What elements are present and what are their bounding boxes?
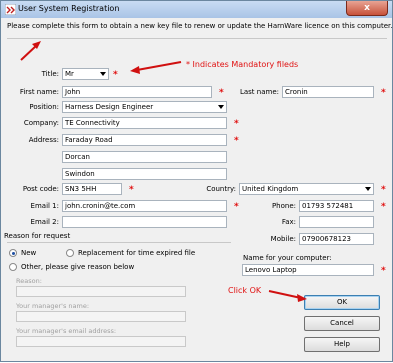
phone-label: Phone: <box>271 202 296 210</box>
phone-required-mark: * <box>381 202 386 212</box>
manager-email-input[interactable] <box>16 336 186 347</box>
computer-name-input[interactable]: Lenovo Laptop <box>242 264 374 276</box>
position-select[interactable]: Harness Design Engineer <box>62 101 227 113</box>
mobile-input[interactable]: 07900678123 <box>299 233 374 245</box>
company-required-mark: * <box>234 119 239 129</box>
ok-button[interactable]: OK <box>304 295 380 310</box>
last-name-required-mark: * <box>381 88 386 98</box>
title-bar[interactable]: User System Registration x <box>1 1 392 18</box>
position-value: Harness Design Engineer <box>65 103 154 111</box>
last-name-label: Last name: <box>239 88 279 96</box>
first-name-label: First name: <box>19 88 59 96</box>
radio-other-label[interactable]: Other, please give reason below <box>21 263 134 271</box>
manager-name-input[interactable] <box>16 311 186 322</box>
reason-label: Reason: <box>16 277 42 285</box>
window-title: User System Registration <box>18 4 120 13</box>
address-line3-input[interactable]: Swindon <box>62 168 227 180</box>
reason-group-label: Reason for request <box>4 232 71 240</box>
email2-label: Email 2: <box>30 218 59 226</box>
title-value: Mr <box>65 70 74 78</box>
company-label: Company: <box>23 119 59 127</box>
chevron-down-icon <box>365 187 371 191</box>
address-line1-input[interactable]: Faraday Road <box>62 134 227 146</box>
country-required-mark: * <box>381 185 386 195</box>
computer-name-label: Name for your computer: <box>243 254 332 262</box>
close-button[interactable]: x <box>346 1 388 16</box>
app-icon <box>5 4 16 15</box>
intro-text: Please complete this form to obtain a ne… <box>7 22 393 30</box>
title-required-mark: * <box>113 70 118 80</box>
reason-input[interactable] <box>16 286 186 297</box>
country-select[interactable]: United Kingdom <box>239 183 374 195</box>
help-button[interactable]: Help <box>304 337 380 352</box>
mandatory-note: * Indicates Mandatory fileds <box>186 60 299 69</box>
radio-replacement[interactable] <box>66 249 74 257</box>
manager-email-label: Your manager's email address: <box>16 327 117 335</box>
address-required-mark: * <box>234 136 239 146</box>
company-input[interactable]: TE Connectivity <box>62 117 227 129</box>
intro-divider <box>7 38 387 39</box>
postcode-required-mark: * <box>129 185 134 195</box>
manager-name-label: Your manager's name: <box>16 302 90 310</box>
postcode-label: Post code: <box>22 185 59 193</box>
email1-required-mark: * <box>234 202 239 212</box>
form-area: Please complete this form to obtain a ne… <box>1 18 392 361</box>
country-label: Country: <box>206 185 236 193</box>
email2-input[interactable] <box>62 216 227 228</box>
country-value: United Kingdom <box>242 185 299 193</box>
email1-label: Email 1: <box>30 202 59 210</box>
postcode-input[interactable]: SN3 5HH <box>62 183 122 195</box>
email1-input[interactable]: john.cronin@te.com <box>62 200 227 212</box>
fax-input[interactable] <box>299 216 374 228</box>
radio-replacement-label[interactable]: Replacement for time expired file <box>78 249 195 257</box>
address-label: Address: <box>28 136 59 144</box>
radio-new[interactable] <box>9 249 17 257</box>
fax-label: Fax: <box>281 218 296 226</box>
radio-other[interactable] <box>9 263 17 271</box>
reason-group-divider <box>7 242 231 243</box>
first-name-input[interactable]: John <box>62 86 212 98</box>
phone-input[interactable]: 01793 572481 <box>299 200 374 212</box>
title-select[interactable]: Mr <box>62 68 109 80</box>
chevron-down-icon <box>218 105 224 109</box>
registration-window: User System Registration x Please comple… <box>0 0 393 362</box>
mobile-label: Mobile: <box>270 235 296 243</box>
last-name-input[interactable]: Cronin <box>282 86 374 98</box>
first-name-required-mark: * <box>219 88 224 98</box>
position-label: Position: <box>29 103 59 111</box>
address-line2-input[interactable]: Dorcan <box>62 151 227 163</box>
click-ok-note: Click OK <box>228 286 262 295</box>
computer-name-required-mark: * <box>381 266 386 276</box>
title-label: Title: <box>41 70 59 78</box>
radio-new-label[interactable]: New <box>21 249 36 257</box>
chevron-down-icon <box>100 72 106 76</box>
cancel-button[interactable]: Cancel <box>304 316 380 331</box>
